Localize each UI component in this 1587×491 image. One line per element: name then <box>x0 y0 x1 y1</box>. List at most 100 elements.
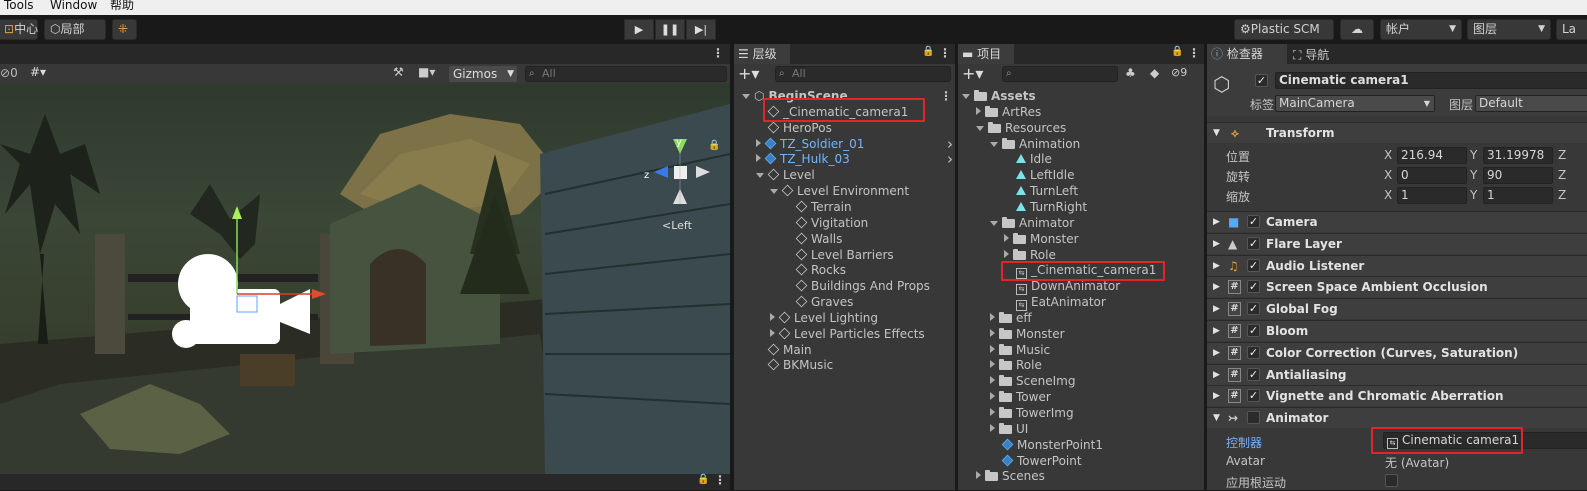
hierarchy-item[interactable]: Main <box>756 342 812 358</box>
cloud-button[interactable]: ☁ <box>1340 19 1374 40</box>
component-header[interactable]: ▶ ♫ ✓ Audio Listener <box>1207 254 1587 276</box>
scene-search-input[interactable]: ⌕ All <box>525 66 727 82</box>
active-checkbox[interactable]: ✓ <box>1255 74 1268 87</box>
collapsed-arrow-icon[interactable] <box>770 312 775 321</box>
foldout-arrow-icon[interactable]: ▶ <box>1213 212 1220 232</box>
tab-hierarchy[interactable]: ☰ 层级 <box>734 44 790 64</box>
project-item[interactable]: TurnRight <box>1004 199 1087 215</box>
project-item[interactable]: ArtRes <box>976 104 1041 120</box>
scale-y-field[interactable]: 1 <box>1483 187 1553 204</box>
project-item[interactable]: Role <box>990 357 1042 373</box>
foldout-arrow-icon[interactable]: ▶ <box>1213 256 1220 276</box>
gizmos-dropdown[interactable]: Gizmos ▼ <box>449 66 517 82</box>
project-item[interactable]: SceneImg <box>990 373 1075 389</box>
collapsed-arrow-icon[interactable] <box>990 360 995 369</box>
collapsed-arrow-icon[interactable] <box>990 328 995 337</box>
component-enabled-checkbox[interactable]: ✓ <box>1247 236 1260 250</box>
expanded-arrow-icon[interactable] <box>742 94 750 99</box>
project-item[interactable]: Monster <box>1004 231 1079 247</box>
project-item[interactable]: LeftIdle <box>1004 167 1074 183</box>
layout-dropdown[interactable]: La <box>1556 19 1587 40</box>
project-item[interactable]: Animator <box>990 215 1074 231</box>
hierarchy-item[interactable]: Rocks <box>784 262 846 278</box>
collapsed-arrow-icon[interactable] <box>990 423 995 432</box>
hidden-packages-icon[interactable]: ⊘9 <box>1171 66 1187 79</box>
expanded-arrow-icon[interactable] <box>770 189 778 195</box>
project-search-input[interactable]: ⌕ <box>1002 66 1118 82</box>
menu-tools[interactable]: Tools <box>4 0 34 12</box>
component-header[interactable]: ▶ ■ ✓ Camera <box>1207 211 1587 232</box>
account-dropdown[interactable]: 帐户 ▼ <box>1380 19 1462 40</box>
hierarchy-item[interactable]: Level Particles Effects <box>770 326 925 342</box>
collapsed-arrow-icon[interactable] <box>990 392 995 401</box>
scene-viewport[interactable]: y z <Left 🔒 <box>0 84 730 474</box>
lock-icon[interactable]: 🔒 <box>708 140 720 151</box>
collapsed-arrow-icon[interactable] <box>976 106 981 115</box>
lock-icon[interactable]: 🔒 <box>1171 46 1183 57</box>
pivot-local-button[interactable]: ⬡局部 <box>44 19 106 40</box>
avatar-value[interactable]: 无 (Avatar) <box>1385 454 1449 471</box>
layer-dropdown[interactable]: Default <box>1475 95 1587 112</box>
open-prefab-chevron-icon[interactable]: › <box>947 136 953 152</box>
project-item[interactable]: TowerImg <box>990 405 1074 421</box>
project-item[interactable]: Animation <box>990 136 1080 152</box>
label-icon[interactable]: ◆ <box>1150 66 1159 80</box>
lock-icon[interactable]: 🔒 <box>697 474 709 485</box>
hierarchy-item[interactable]: TZ_Soldier_01 › <box>756 136 953 152</box>
project-item[interactable]: Assets <box>962 88 1036 104</box>
expanded-arrow-icon[interactable] <box>990 220 998 226</box>
menu-help[interactable]: 帮助 <box>110 0 134 12</box>
project-item[interactable]: ⇆ EatAnimator <box>1004 294 1106 312</box>
project-item[interactable]: Monster <box>990 326 1065 342</box>
pause-button[interactable]: ❚❚ <box>655 19 685 40</box>
project-item[interactable]: Resources <box>976 120 1066 136</box>
foldout-arrow-icon[interactable]: ▼ <box>1213 408 1220 428</box>
component-enabled-checkbox[interactable] <box>1247 411 1260 425</box>
collapsed-arrow-icon[interactable] <box>990 376 995 385</box>
open-prefab-chevron-icon[interactable]: › <box>947 151 953 167</box>
root-motion-checkbox[interactable] <box>1385 474 1398 487</box>
collapsed-arrow-icon[interactable] <box>770 328 775 337</box>
step-button[interactable]: ▶| <box>686 19 716 40</box>
component-header[interactable]: ▶ ▲ ✓ Flare Layer <box>1207 232 1587 254</box>
component-enabled-checkbox[interactable]: ✓ <box>1247 345 1260 359</box>
collapsed-arrow-icon[interactable] <box>990 312 995 321</box>
filter-type-icon[interactable]: ♣ <box>1125 66 1136 80</box>
collapsed-arrow-icon[interactable] <box>990 408 995 416</box>
expanded-arrow-icon[interactable] <box>976 125 984 131</box>
component-enabled-checkbox[interactable]: ✓ <box>1247 258 1260 272</box>
hierarchy-item[interactable]: Level Barriers <box>784 247 894 263</box>
scene-menu-icon[interactable]: ⋮ <box>712 46 724 60</box>
component-enabled-checkbox[interactable]: ✓ <box>1247 324 1260 337</box>
hierarchy-item[interactable]: Buildings And Props <box>784 278 930 294</box>
project-item[interactable]: Tower <box>990 389 1051 405</box>
add-icon[interactable]: +▾ <box>738 64 759 83</box>
project-item[interactable]: UI <box>990 421 1028 437</box>
hierarchy-item[interactable]: TZ_Hulk_03 › <box>756 151 953 167</box>
scale-x-field[interactable]: 1 <box>1397 187 1467 204</box>
project-item[interactable]: Music <box>990 342 1050 358</box>
expanded-arrow-icon[interactable] <box>990 141 998 147</box>
hierarchy-item[interactable]: Vigitation <box>784 215 868 231</box>
collapsed-arrow-icon[interactable] <box>1004 233 1009 242</box>
scene-menu-icon[interactable]: ⋮ <box>940 88 952 104</box>
hierarchy-item[interactable]: Level Environment <box>770 183 909 199</box>
component-header[interactable]: ▶ # ✓ Global Fog <box>1207 298 1587 320</box>
hierarchy-item[interactable]: Terrain <box>784 199 852 215</box>
foldout-arrow-icon[interactable]: ▶ <box>1213 386 1220 406</box>
project-item[interactable]: TowerPoint <box>990 453 1082 469</box>
rotation-x-field[interactable]: 0 <box>1397 167 1467 184</box>
expanded-arrow-icon[interactable] <box>756 173 764 179</box>
position-y-field[interactable]: 31.19978 <box>1483 147 1553 164</box>
component-header[interactable]: ▶ # ✓ Antialiasing <box>1207 363 1587 385</box>
play-button[interactable]: ▶ <box>624 19 654 40</box>
expanded-arrow-icon[interactable] <box>962 94 970 99</box>
camera-icon[interactable]: ■▾ <box>418 65 435 79</box>
project-menu-icon[interactable]: ⋮ <box>1188 46 1200 60</box>
visibility-icon[interactable]: ⊘0 <box>0 66 18 80</box>
foldout-arrow-icon[interactable]: ▶ <box>1213 277 1220 297</box>
grid-icon[interactable]: #▾ <box>30 65 46 79</box>
hierarchy-item[interactable]: Graves <box>784 294 853 310</box>
add-icon[interactable]: +▾ <box>962 64 983 83</box>
component-enabled-checkbox[interactable]: ✓ <box>1247 389 1260 403</box>
